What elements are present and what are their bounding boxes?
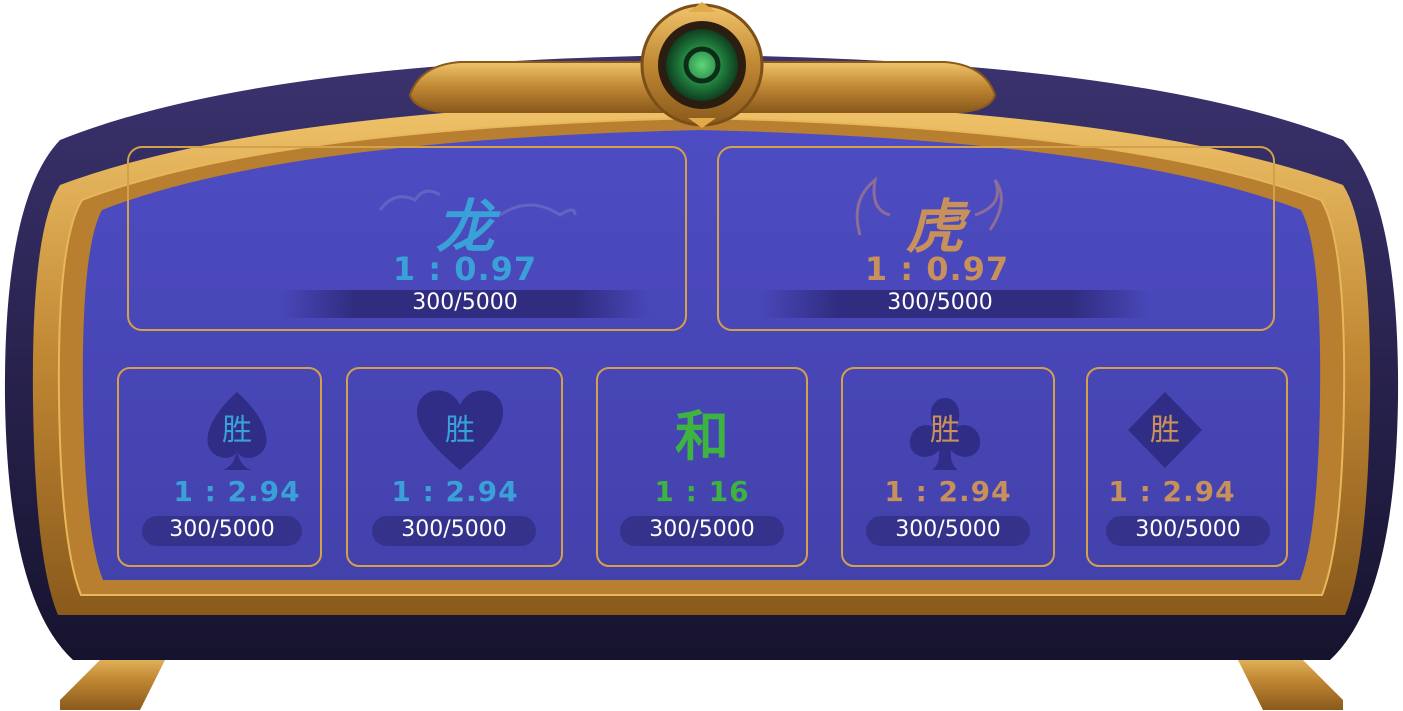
tie-odds: 1 : 16: [654, 475, 750, 508]
diamond-odds: 1 : 2.94: [1108, 475, 1236, 508]
spade-odds: 1 : 2.94: [173, 475, 301, 508]
dragon-limit: 300/5000: [412, 290, 518, 315]
spade-limit: 300/5000: [169, 517, 275, 542]
spade-win-label: 胜: [222, 413, 252, 448]
heart-win-label: 胜: [445, 413, 475, 448]
diamond-limit: 300/5000: [1135, 517, 1241, 542]
tiger-odds: 1 : 0.97: [864, 250, 1010, 288]
tie-label: 和: [675, 404, 729, 468]
club-odds: 1 : 2.94: [884, 475, 1012, 508]
heart-limit: 300/5000: [401, 517, 507, 542]
jade-emblem-icon: [640, 2, 764, 128]
tiger-limit: 300/5000: [887, 290, 993, 315]
club-limit: 300/5000: [895, 517, 1001, 542]
tie-limit: 300/5000: [649, 517, 755, 542]
betting-table: [4, 2, 1399, 710]
heart-odds: 1 : 2.94: [391, 475, 519, 508]
dragon-odds: 1 : 0.97: [392, 250, 538, 288]
club-win-label: 胜: [930, 413, 960, 448]
diamond-win-label: 胜: [1150, 413, 1180, 448]
